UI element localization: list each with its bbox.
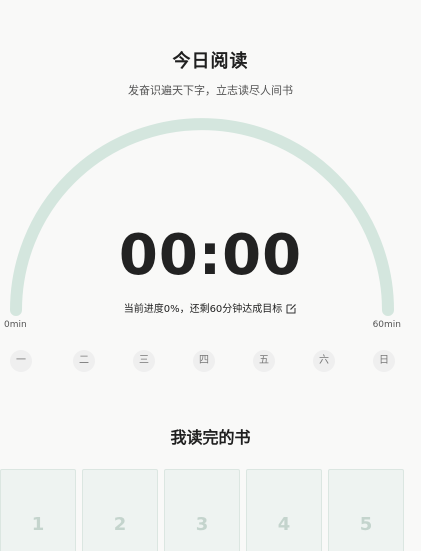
progress-info: 当前进度0%，还剩60分钟达成目标 — [0, 300, 421, 317]
book-number: 1 — [31, 514, 45, 535]
weekday-wed[interactable]: 三 — [133, 350, 155, 372]
weekday-sun[interactable]: 日 — [373, 350, 395, 372]
weekday-thu[interactable]: 四 — [193, 350, 215, 372]
book-number: 2 — [113, 514, 127, 535]
edit-icon[interactable] — [286, 303, 297, 317]
book-card[interactable]: 5 — [328, 469, 404, 551]
progress-text: 当前进度0%，还剩60分钟达成目标 — [123, 304, 283, 315]
book-number: 3 — [195, 514, 209, 535]
weekday-row: 一 二 三 四 五 六 日 — [0, 350, 421, 374]
weekday-sat[interactable]: 六 — [313, 350, 335, 372]
weekday-tue[interactable]: 二 — [73, 350, 95, 372]
book-number: 5 — [359, 514, 373, 535]
book-card[interactable]: 1 — [0, 469, 76, 551]
book-card[interactable]: 3 — [164, 469, 240, 551]
book-number: 4 — [277, 514, 291, 535]
book-card[interactable]: 2 — [82, 469, 158, 551]
range-min-label: 0min — [4, 320, 27, 330]
range-max-label: 60min — [372, 320, 401, 330]
timer-display: 00:00 — [118, 223, 303, 288]
weekday-fri[interactable]: 五 — [253, 350, 275, 372]
weekday-mon[interactable]: 一 — [10, 350, 32, 372]
finished-books-title: 我读完的书 — [170, 428, 251, 447]
book-card[interactable]: 4 — [246, 469, 322, 551]
reading-page: 今日阅读 发奋识遍天下字，立志读尽人间书 00:00 当前进度0%，还剩60分钟… — [0, 0, 421, 551]
finished-books-list: 1 2 3 4 5 — [0, 469, 421, 551]
